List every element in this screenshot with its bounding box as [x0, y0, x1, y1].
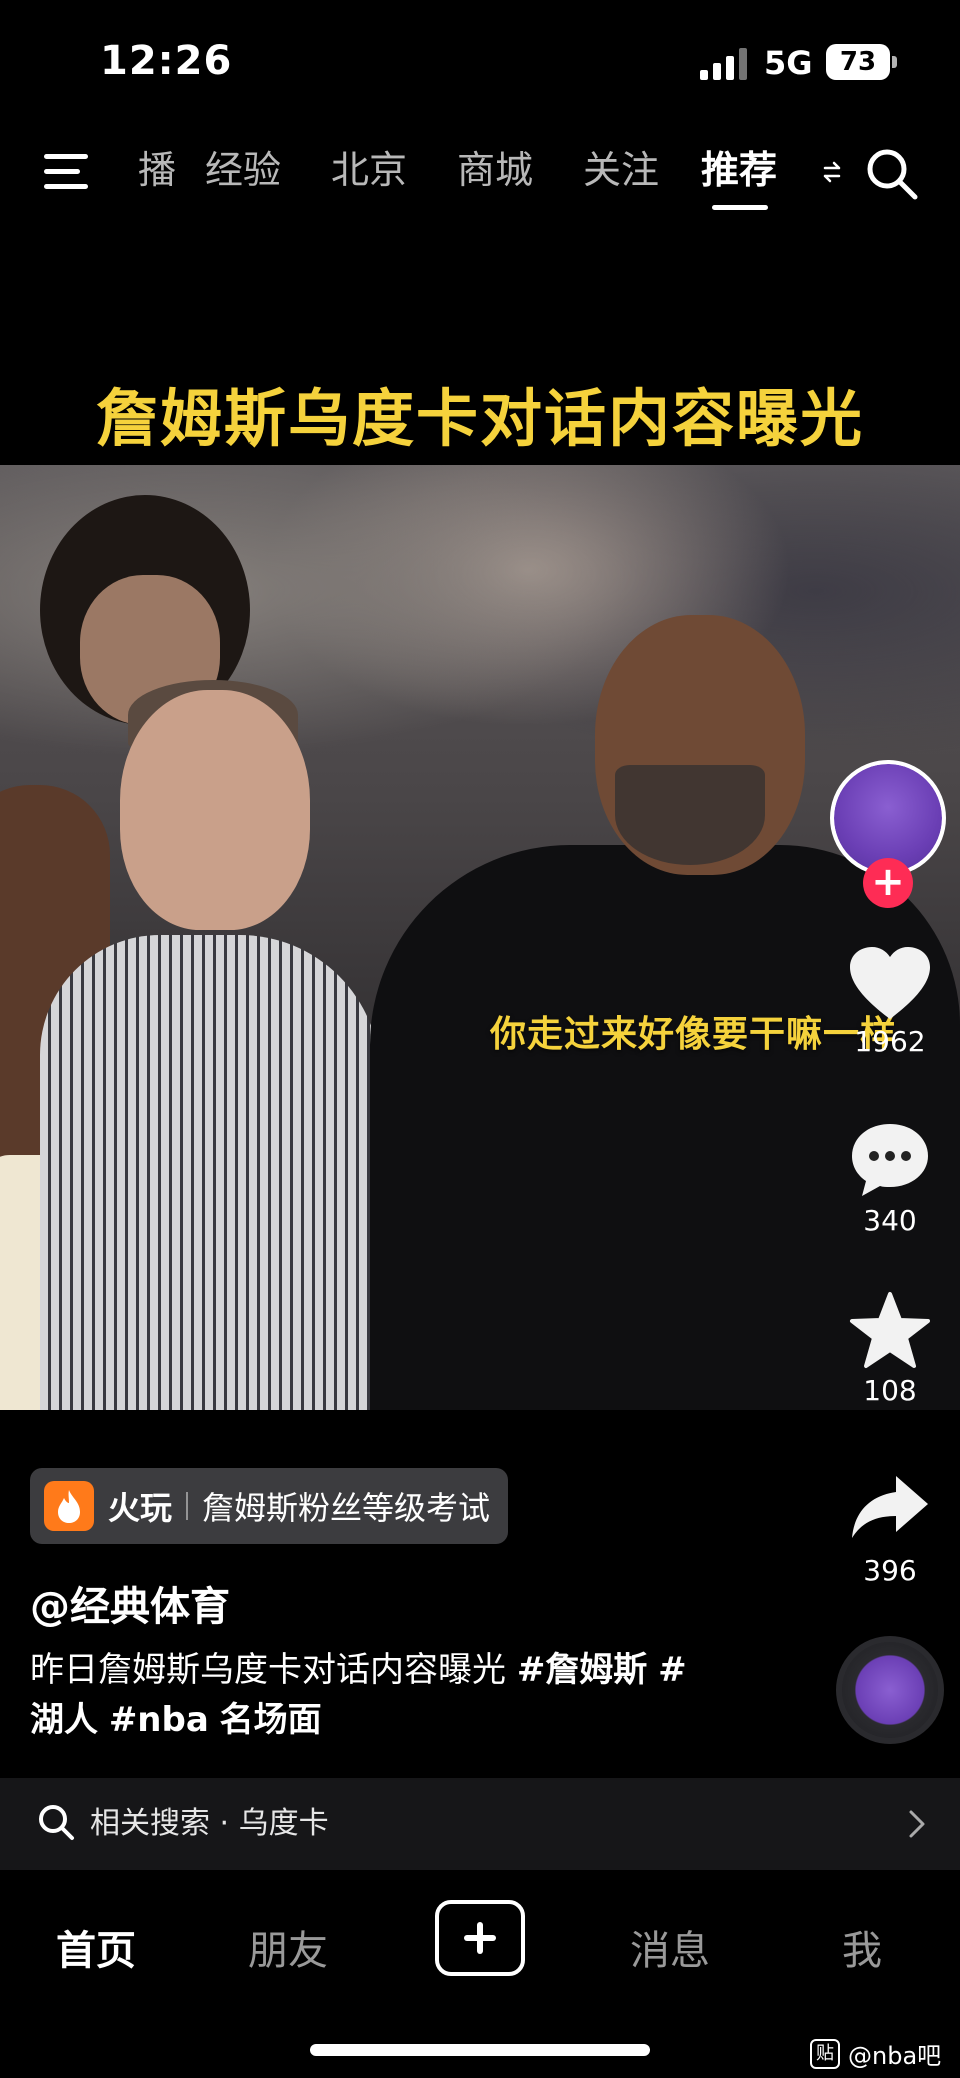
comment-count: 340 — [863, 1204, 917, 1237]
chevron-right-icon — [909, 1810, 925, 1838]
tab-beijing[interactable]: 北京 — [306, 138, 432, 202]
battery-icon: 73 — [826, 44, 890, 80]
music-disc-icon[interactable] — [836, 1636, 944, 1744]
hashtag-nba[interactable]: #nba — [109, 1700, 209, 1740]
plus-icon — [464, 1922, 496, 1954]
search-icon — [39, 1805, 74, 1840]
watermark-text: @nba吧 — [848, 2042, 942, 2070]
hashtag-james[interactable]: #詹姆斯 — [517, 1650, 648, 1690]
follow-button[interactable]: + — [863, 858, 913, 908]
menu-icon[interactable] — [40, 150, 96, 194]
description-text: 昨日詹姆斯乌度卡对话内容曝光 — [30, 1650, 517, 1690]
tab-live[interactable]: 播 — [120, 138, 180, 202]
tab-following[interactable]: 关注 — [558, 138, 684, 202]
tab-experience[interactable]: 经验 — [180, 138, 306, 202]
home-indicator — [310, 2044, 650, 2056]
watermark-badge: 贴 — [810, 2038, 840, 2069]
watermark: 贴 @nba吧 — [810, 2036, 941, 2071]
like-button[interactable]: 1962 — [820, 945, 960, 1058]
tab-home[interactable]: 首页 — [16, 1918, 176, 1976]
status-time: 12:26 — [100, 38, 233, 84]
tab-mall[interactable]: 商城 — [432, 138, 558, 202]
nav-tabs: 播 经验 北京 商城 关注 推荐 — [120, 138, 794, 210]
promo-text: 詹姆斯粉丝等级考试 — [202, 1489, 491, 1527]
related-search-text: 相关搜索 · 乌度卡 — [90, 1802, 329, 1846]
video-player[interactable] — [0, 465, 960, 1410]
hashtag-mark[interactable]: # — [658, 1650, 687, 1690]
share-button[interactable]: 396 — [820, 1470, 960, 1587]
switch-feed-icon[interactable] — [822, 160, 842, 184]
search-icon[interactable] — [862, 144, 922, 204]
video-title: 詹姆斯乌度卡对话内容曝光 — [95, 382, 864, 455]
related-query: 乌度卡 — [238, 1806, 329, 1841]
video-coach-beard — [615, 765, 765, 865]
heart-icon — [850, 947, 930, 1019]
status-bar: 12:26 5G 73 — [0, 0, 960, 120]
network-label: 5G — [764, 44, 813, 82]
hashtag-classic[interactable]: 名场面 — [220, 1700, 322, 1740]
tab-messages[interactable]: 消息 — [590, 1918, 750, 1976]
favorite-button[interactable]: 108 — [820, 1290, 960, 1407]
fire-game-icon — [44, 1481, 94, 1531]
post-description: 昨日詹姆斯乌度卡对话内容曝光 #詹姆斯 # 湖人 #nba 名场面 — [30, 1645, 790, 1745]
signal-icon — [700, 48, 747, 80]
like-count: 1962 — [854, 1025, 926, 1058]
star-icon — [850, 1292, 930, 1368]
promo-divider — [186, 1492, 189, 1520]
promo-chip[interactable]: 火玩 詹姆斯粉丝等级考试 — [30, 1468, 509, 1544]
battery-tip — [892, 56, 897, 68]
promo-brand: 火玩 — [108, 1489, 173, 1527]
tab-me[interactable]: 我 — [782, 1918, 942, 1976]
video-referee-shirt — [40, 935, 380, 1410]
video-referee-head — [120, 690, 310, 930]
related-label: 相关搜索 — [90, 1806, 210, 1841]
tab-friends[interactable]: 朋友 — [208, 1918, 368, 1976]
related-separator: · — [219, 1806, 230, 1841]
tab-recommended[interactable]: 推荐 — [684, 138, 794, 210]
favorite-count: 108 — [863, 1374, 917, 1407]
hashtag-lakers[interactable]: 湖人 — [30, 1700, 98, 1740]
share-count: 396 — [863, 1554, 917, 1587]
share-icon — [852, 1476, 928, 1538]
author-name[interactable]: @经典体育 — [30, 1574, 230, 1632]
comment-icon — [852, 1124, 928, 1196]
related-search-bar[interactable]: 相关搜索 · 乌度卡 — [0, 1778, 960, 1870]
top-nav: 播 经验 北京 商城 关注 推荐 — [0, 130, 960, 210]
create-button[interactable] — [435, 1900, 525, 1976]
comment-button[interactable]: 340 — [820, 1120, 960, 1237]
